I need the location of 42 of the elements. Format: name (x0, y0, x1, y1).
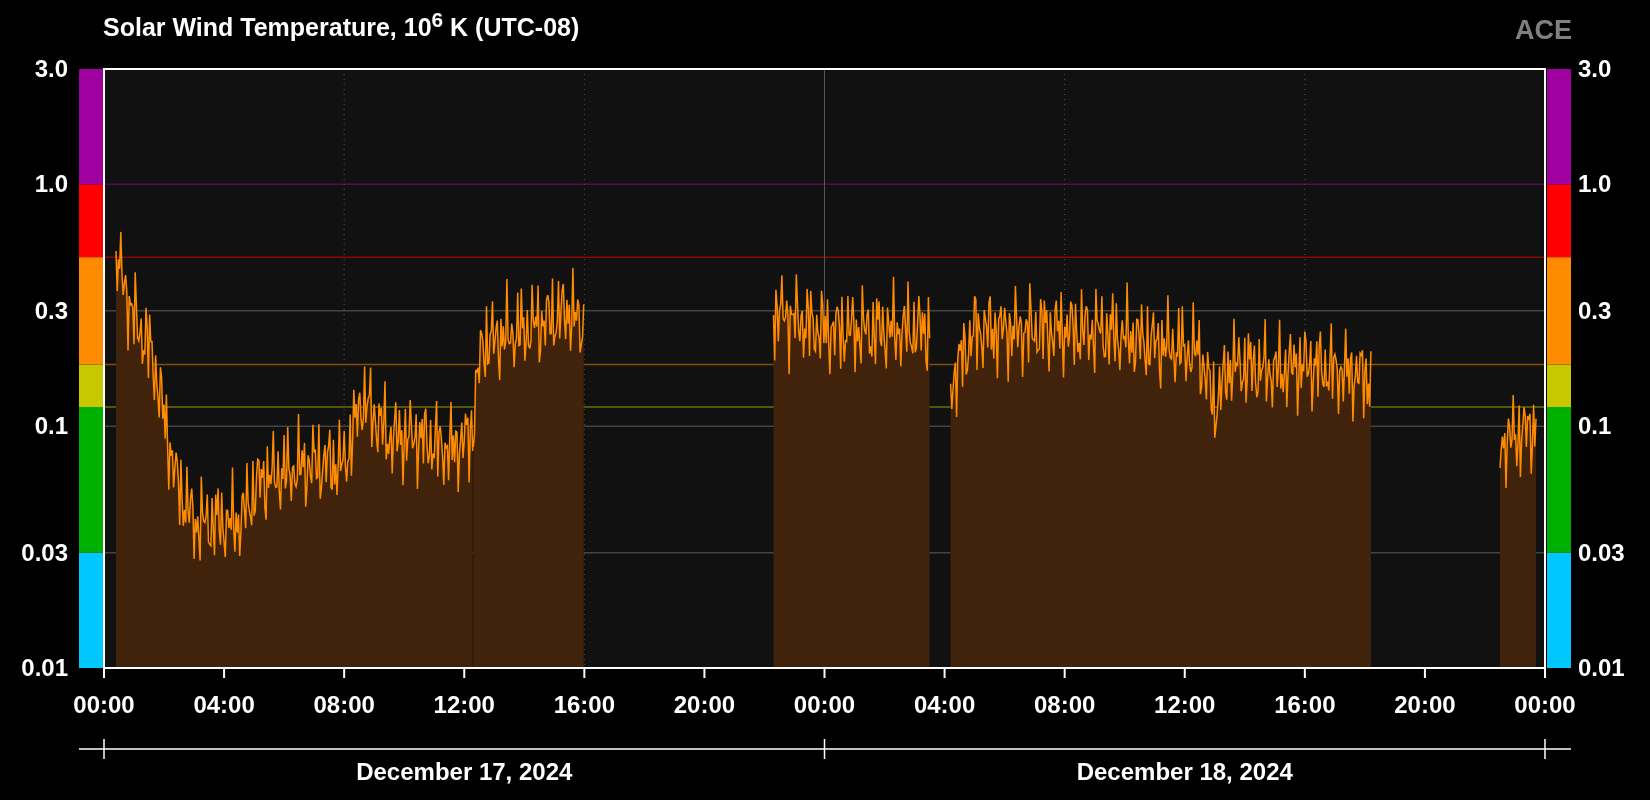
y-axis-label: 1.0 (1578, 170, 1612, 198)
tick-mark (1063, 667, 1066, 679)
x-axis-label: 16:00 (1274, 691, 1336, 718)
y-axis-label: 3.0 (34, 55, 68, 82)
x-axis-label: 00:00 (793, 691, 856, 718)
y-axis-label: 0.3 (1578, 296, 1612, 324)
x-axis-label: 04:00 (193, 691, 255, 718)
x-axis-label: 20:00 (1394, 691, 1456, 718)
x-axis-label: 12:00 (1154, 691, 1216, 718)
date-label: December 18, 2024 (1076, 758, 1293, 785)
x-axis-label: 04:00 (913, 691, 976, 718)
tick-mark (103, 667, 105, 679)
x-axis-label: 00:00 (1514, 691, 1576, 718)
y-axis-label: 1.0 (34, 170, 68, 198)
tick-mark (823, 667, 826, 679)
x-axis-label: 08:00 (1033, 691, 1096, 718)
y-axis-label: 3.0 (1578, 55, 1612, 82)
y-axis-label: 0.1 (1578, 412, 1612, 440)
y-axis-label: 0.1 (34, 412, 68, 440)
tick-mark (1423, 667, 1426, 679)
y-axis-label: 0.3 (34, 296, 68, 324)
tick-mark (583, 667, 586, 679)
x-axis-label: 00:00 (73, 691, 135, 718)
x-axis-label: 12:00 (433, 691, 495, 718)
tick-mark (703, 667, 706, 679)
y-axis-label: 0.01 (21, 654, 68, 681)
tick-mark (943, 667, 946, 679)
tick-mark (1303, 667, 1306, 679)
chart-title: Solar Wind Temperature, 10$^{6}$ K (UTC-08) (103, 7, 580, 43)
y-axis-label: 0.03 (21, 538, 68, 566)
y-axis-label: 0.01 (1578, 654, 1625, 681)
x-axis-label: 20:00 (673, 691, 736, 718)
source-label: ACE (1515, 13, 1572, 46)
date-label: December 17, 2024 (356, 758, 573, 785)
tick-mark (1183, 667, 1186, 679)
tick-mark (223, 667, 226, 679)
y-axis-label: 0.03 (1578, 538, 1625, 566)
tick-mark (1544, 667, 1546, 679)
x-axis-label: 16:00 (553, 691, 616, 718)
tick-mark (343, 667, 346, 679)
tick-mark (463, 667, 466, 679)
x-axis-label: 08:00 (313, 691, 375, 718)
